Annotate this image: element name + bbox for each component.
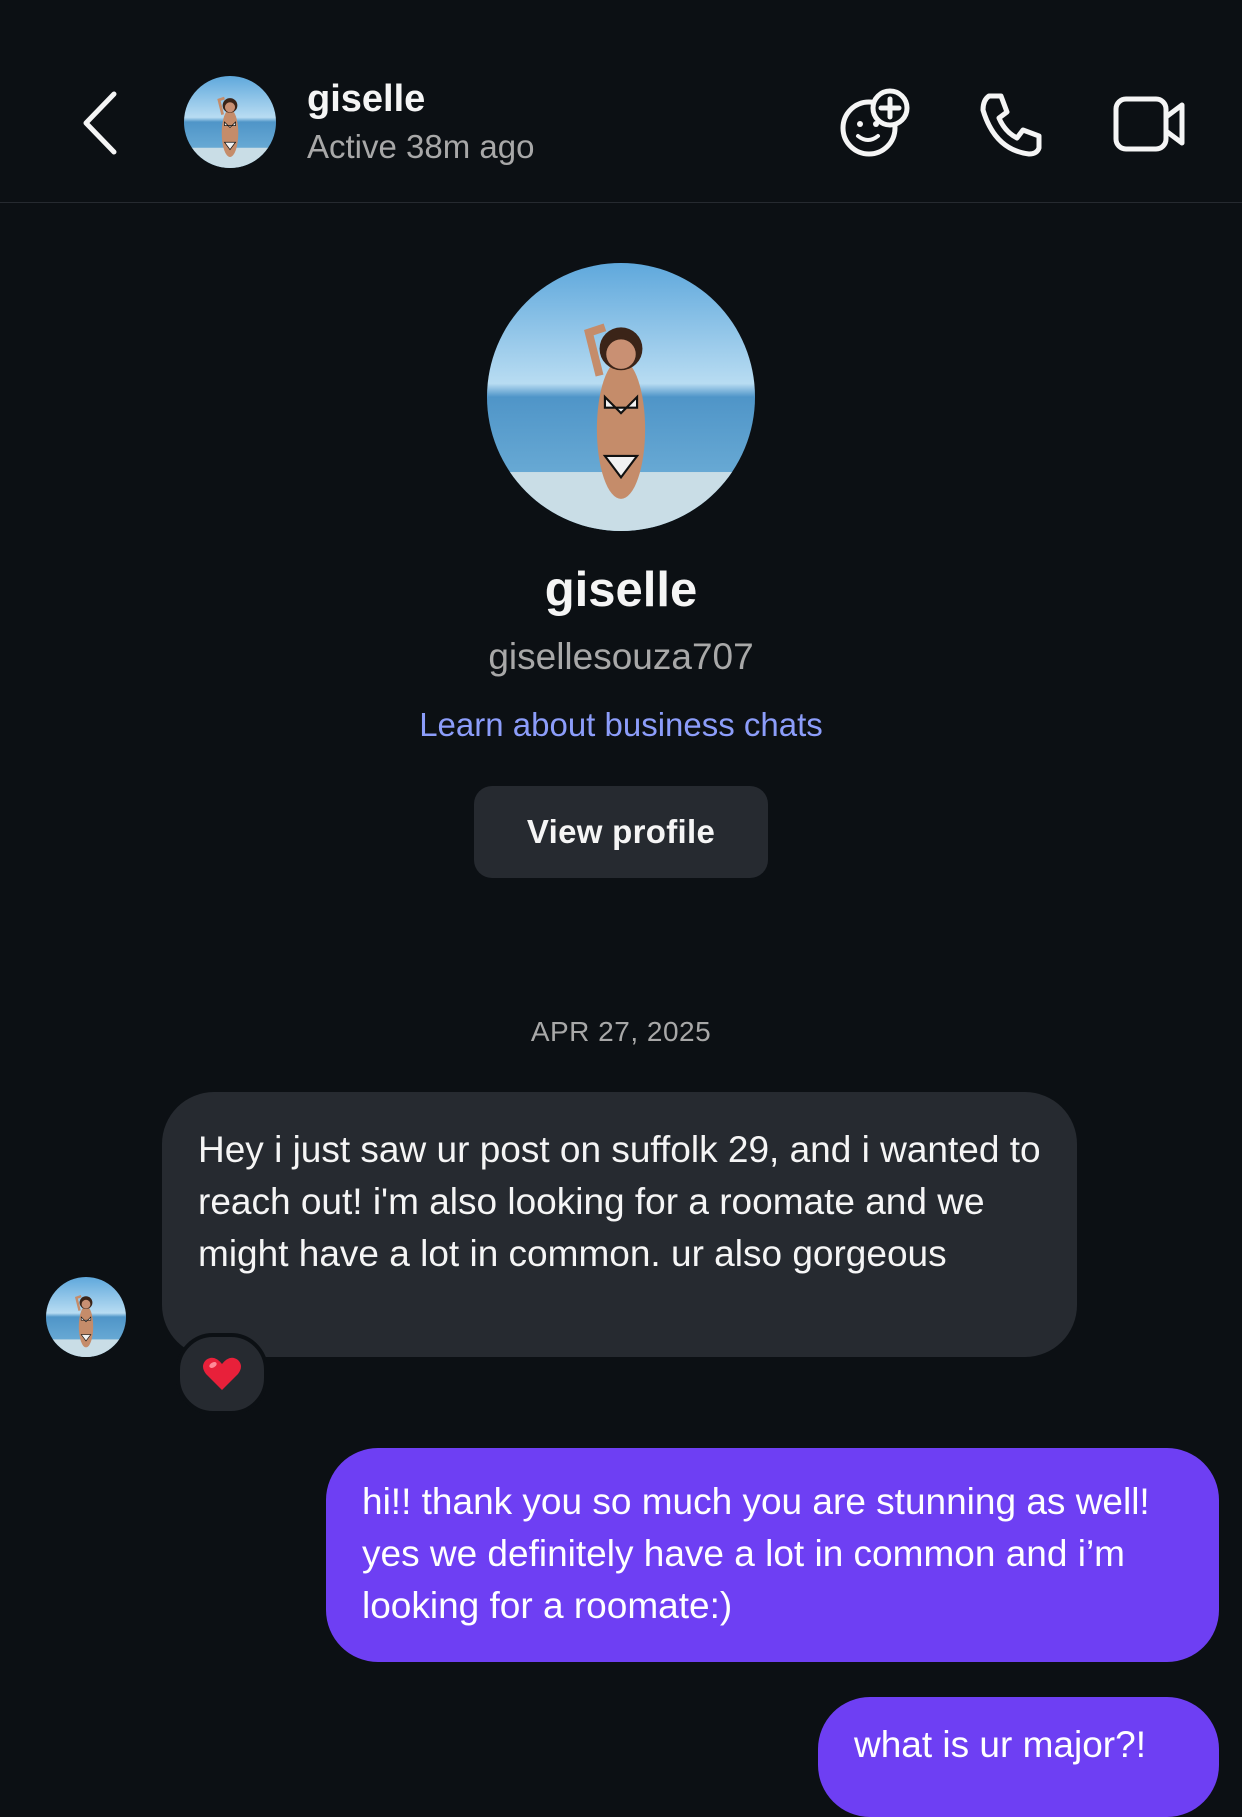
header-name[interactable]: giselle: [307, 78, 425, 121]
message-text: hi!! thank you so much you are stunning …: [362, 1481, 1150, 1626]
heart-reaction[interactable]: [176, 1333, 268, 1415]
back-chevron-icon: [83, 91, 117, 155]
outgoing-message[interactable]: hi!! thank you so much you are stunning …: [326, 1448, 1219, 1662]
profile-username: gisellesouza707: [488, 636, 754, 677]
message-text: Hey i just saw ur post on suffolk 29, an…: [198, 1129, 1041, 1274]
message-text: what is ur major?!: [854, 1724, 1146, 1765]
phone-icon: [980, 93, 1042, 157]
message-avatar[interactable]: [46, 1277, 126, 1357]
view-profile-button[interactable]: View profile: [474, 786, 768, 878]
video-icon: [1113, 96, 1185, 152]
header-avatar[interactable]: [184, 76, 276, 168]
back-button[interactable]: [78, 88, 128, 158]
chat-header: giselle Active 38m ago: [0, 0, 1242, 203]
business-chats-link[interactable]: Learn about business chats: [0, 706, 1242, 744]
date-separator: APR 27, 2025: [530, 1016, 712, 1047]
outgoing-message[interactable]: what is ur major?!: [818, 1697, 1219, 1817]
profile-name: giselle: [544, 563, 698, 617]
add-friend-emoji-icon: [840, 88, 910, 157]
heart-icon: [203, 1357, 241, 1390]
incoming-message[interactable]: Hey i just saw ur post on suffolk 29, an…: [162, 1092, 1077, 1357]
audio-call-button[interactable]: [975, 88, 1047, 160]
video-call-button[interactable]: [1112, 93, 1188, 155]
profile-avatar[interactable]: [487, 263, 755, 531]
add-sticker-button[interactable]: [838, 88, 914, 160]
active-status: Active 38m ago: [307, 128, 535, 165]
